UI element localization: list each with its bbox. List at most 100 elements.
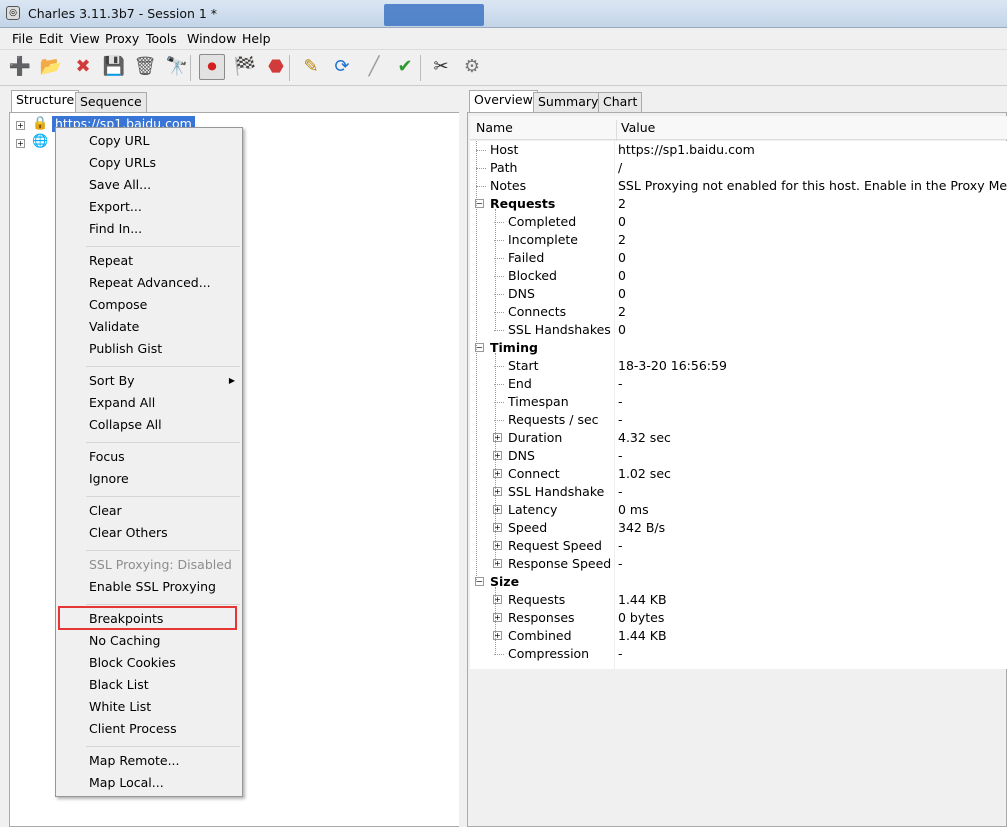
menu-item-focus[interactable]: Focus: [89, 447, 239, 467]
menu-item-validate[interactable]: Validate: [89, 317, 239, 337]
table-row[interactable]: + Request Speed -: [470, 537, 1007, 555]
tab-chart[interactable]: Chart: [598, 92, 643, 112]
table-row[interactable]: Incomplete 2: [470, 231, 1007, 249]
breakpoints-stop-icon[interactable]: ⬣: [263, 54, 289, 80]
menu-item-clear-others[interactable]: Clear Others: [89, 523, 239, 543]
menu-item-export[interactable]: Export...: [89, 197, 239, 217]
menu-proxy[interactable]: Proxy: [105, 31, 139, 46]
row-name: SSL Handshake: [508, 484, 605, 499]
table-row[interactable]: DNS 0: [470, 285, 1007, 303]
tools-icon[interactable]: ✂: [428, 54, 454, 80]
table-row[interactable]: Notes SSL Proxying not enabled for this h…: [470, 177, 1007, 195]
table-row[interactable]: + DNS -: [470, 447, 1007, 465]
menu-item-publish-gist[interactable]: Publish Gist: [89, 339, 239, 359]
table-row[interactable]: + Duration 4.32 sec: [470, 429, 1007, 447]
menu-item-clear[interactable]: Clear: [89, 501, 239, 521]
menu-item-compose[interactable]: Compose: [89, 295, 239, 315]
menu-item-repeat-advanced[interactable]: Repeat Advanced...: [89, 273, 239, 293]
menu-file[interactable]: File: [12, 31, 33, 46]
charles-app-icon[interactable]: ◎: [6, 6, 20, 20]
menu-help[interactable]: Help: [242, 31, 271, 46]
menu-item-black-list[interactable]: Black List: [89, 675, 239, 695]
row-name: Latency: [508, 502, 558, 517]
menu-item-ignore[interactable]: Ignore: [89, 469, 239, 489]
menu-item-enable-ssl-proxying[interactable]: Enable SSL Proxying: [89, 577, 239, 597]
table-row[interactable]: Path /: [470, 159, 1007, 177]
table-row[interactable]: + Responses 0 bytes: [470, 609, 1007, 627]
menu-item-repeat[interactable]: Repeat: [89, 251, 239, 271]
table-row[interactable]: − Timing: [470, 339, 1007, 357]
table-row[interactable]: Timespan -: [470, 393, 1007, 411]
menu-item-white-list[interactable]: White List: [89, 697, 239, 717]
open-folder-icon[interactable]: 📂: [38, 54, 64, 80]
row-value: 2: [618, 196, 626, 211]
menu-item-block-cookies[interactable]: Block Cookies: [89, 653, 239, 673]
table-row[interactable]: + Response Speed -: [470, 555, 1007, 573]
table-row[interactable]: End -: [470, 375, 1007, 393]
menu-item-sort-by[interactable]: Sort By ▶: [89, 371, 239, 391]
expand-plus-icon[interactable]: +: [16, 121, 25, 130]
checkmark-icon[interactable]: ✔: [392, 54, 418, 80]
menu-item-label: Black List: [89, 677, 149, 692]
menu-item-find-in[interactable]: Find In...: [89, 219, 239, 239]
table-row[interactable]: + SSL Handshake -: [470, 483, 1007, 501]
menu-edit[interactable]: Edit: [39, 31, 63, 46]
binoculars-icon[interactable]: 🔭: [164, 54, 190, 80]
repeat-refresh-icon[interactable]: ⟳: [329, 54, 355, 80]
tree-row-host[interactable]: + 🔒: [16, 116, 48, 135]
row-name: Compression: [508, 646, 590, 661]
menu-view[interactable]: View: [70, 31, 100, 46]
menu-item-copy-urls[interactable]: Copy URLs: [89, 153, 239, 173]
row-value: 1.44 KB: [618, 592, 667, 607]
column-header-name[interactable]: Name: [476, 120, 513, 135]
menu-window[interactable]: Window: [187, 31, 236, 46]
menu-item-save-all[interactable]: Save All...: [89, 175, 239, 195]
table-row[interactable]: Failed 0: [470, 249, 1007, 267]
menu-item-label: Clear: [89, 503, 122, 518]
tab-summary[interactable]: Summary: [533, 92, 604, 112]
table-row[interactable]: Host https://sp1.baidu.com: [470, 141, 1007, 159]
menu-item-map-remote[interactable]: Map Remote...: [89, 751, 239, 771]
menu-item-no-caching[interactable]: No Caching: [89, 631, 239, 651]
tab-structure[interactable]: Structure: [11, 90, 80, 113]
table-row[interactable]: SSL Handshakes 0: [470, 321, 1007, 339]
table-row[interactable]: Compression -: [470, 645, 1007, 663]
new-session-icon[interactable]: ➕: [7, 54, 33, 80]
table-row[interactable]: Connects 2: [470, 303, 1007, 321]
trash-icon[interactable]: 🗑: [132, 54, 158, 80]
close-session-icon[interactable]: ✖: [70, 54, 96, 80]
menu-item-expand-all[interactable]: Expand All: [89, 393, 239, 413]
tree-row-other[interactable]: + 🌐: [16, 134, 48, 153]
menu-item-label: Sort By: [89, 373, 135, 388]
settings-gear-icon[interactable]: ⚙: [459, 54, 485, 80]
table-row[interactable]: − Size: [470, 573, 1007, 591]
table-row[interactable]: + Connect 1.02 sec: [470, 465, 1007, 483]
overview-panel: Name Value Host https://sp1.baidu.com Path…: [467, 112, 1007, 827]
table-row[interactable]: Completed 0: [470, 213, 1007, 231]
table-row[interactable]: Requests / sec -: [470, 411, 1007, 429]
table-row[interactable]: + Requests 1.44 KB: [470, 591, 1007, 609]
table-row[interactable]: − Requests 2: [470, 195, 1007, 213]
table-row[interactable]: Start 18-3-20 16:56:59: [470, 357, 1007, 375]
table-row[interactable]: Blocked 0: [470, 267, 1007, 285]
record-icon[interactable]: ⏺: [199, 54, 225, 80]
row-name: Timing: [490, 340, 538, 355]
validate-pencil-icon[interactable]: ╱: [361, 54, 387, 80]
save-icon[interactable]: 💾: [101, 54, 127, 80]
tab-overview[interactable]: Overview: [469, 90, 538, 113]
table-row[interactable]: + Combined 1.44 KB: [470, 627, 1007, 645]
table-row[interactable]: + Latency 0 ms: [470, 501, 1007, 519]
menu-item-collapse-all[interactable]: Collapse All: [89, 415, 239, 435]
column-header-value[interactable]: Value: [621, 120, 655, 135]
table-row[interactable]: + Speed 342 B/s: [470, 519, 1007, 537]
tab-sequence[interactable]: Sequence: [75, 92, 147, 112]
expand-plus-icon[interactable]: +: [16, 139, 25, 148]
splitter[interactable]: [459, 90, 467, 827]
edit-pen-icon[interactable]: ✎: [298, 54, 324, 80]
menu-item-map-local[interactable]: Map Local...: [89, 773, 239, 793]
menu-item-copy-url[interactable]: Copy URL: [89, 131, 239, 151]
throttle-flag-icon[interactable]: 🏁: [232, 54, 258, 80]
menu-tools[interactable]: Tools: [146, 31, 177, 46]
row-value: 0: [618, 268, 626, 283]
menu-item-client-process[interactable]: Client Process: [89, 719, 239, 739]
